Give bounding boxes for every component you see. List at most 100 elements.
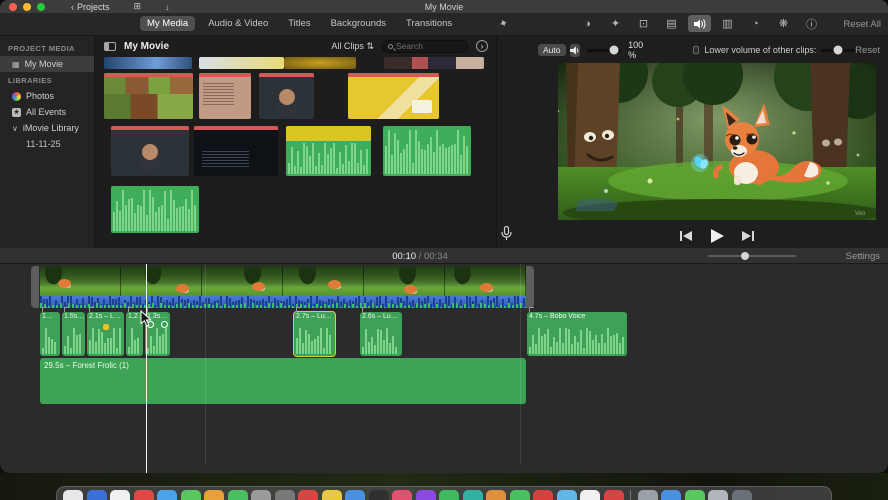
background-music-clip[interactable]: 29.5s – Forest Frolic (1) bbox=[40, 358, 526, 404]
dock-app-icon[interactable] bbox=[661, 490, 681, 500]
dock-app-icon[interactable] bbox=[133, 490, 154, 500]
partial-thumbnail-photos[interactable] bbox=[384, 57, 484, 69]
sound-clip-1[interactable]: 1… bbox=[40, 307, 60, 356]
skip-back-button[interactable] bbox=[680, 231, 692, 241]
dock-app-icon[interactable] bbox=[368, 490, 389, 500]
filters-icon[interactable]: ❋ bbox=[772, 15, 795, 32]
tab-my-media[interactable]: My Media bbox=[140, 16, 196, 31]
color-balance-icon[interactable]: ◑ bbox=[576, 15, 599, 32]
dock-app-icon[interactable] bbox=[684, 490, 705, 500]
media-thumbnail-audio-yellow[interactable] bbox=[286, 126, 371, 176]
auto-volume-button[interactable]: Auto bbox=[538, 43, 566, 57]
lower-volume-slider[interactable] bbox=[821, 45, 856, 55]
sound-clip-2-6s-lu[interactable]: 2.6s – Lu… bbox=[360, 307, 402, 356]
sidebar-item-my-movie[interactable]: ▦ My Movie bbox=[0, 56, 94, 72]
dock-app-icon[interactable] bbox=[603, 490, 624, 500]
search-input[interactable] bbox=[396, 41, 456, 51]
browser-forward-icon[interactable]: › bbox=[476, 40, 488, 52]
skip-forward-button[interactable] bbox=[742, 231, 754, 241]
dock-app-icon[interactable] bbox=[556, 490, 577, 500]
dock-app-icon[interactable] bbox=[486, 490, 506, 500]
minimize-window-icon[interactable] bbox=[23, 2, 31, 11]
clips-filter-dropdown[interactable]: All Clips ⇅ bbox=[331, 41, 374, 52]
stabilization-icon[interactable]: ▤ bbox=[660, 15, 683, 32]
dock-app-icon[interactable] bbox=[392, 490, 412, 500]
dock-app-icon[interactable] bbox=[180, 490, 201, 500]
dock-app-icon[interactable] bbox=[580, 490, 600, 500]
dock-app-icon[interactable] bbox=[345, 490, 365, 500]
crop-icon[interactable]: ⊡ bbox=[632, 15, 655, 32]
close-window-icon[interactable] bbox=[9, 2, 17, 11]
volume-icon[interactable] bbox=[688, 15, 711, 32]
noise-reduction-icon[interactable]: ▥ bbox=[716, 15, 739, 32]
sound-clip-1-5s[interactable]: 1.5s… bbox=[62, 307, 85, 356]
trim-handle-right[interactable] bbox=[526, 266, 534, 308]
trim-handle-left[interactable] bbox=[31, 266, 39, 308]
partial-thumbnail-light[interactable] bbox=[199, 57, 284, 69]
sidebar-item-photos[interactable]: Photos bbox=[0, 88, 94, 104]
tab-backgrounds[interactable]: Backgrounds bbox=[324, 16, 393, 31]
play-button[interactable] bbox=[710, 229, 724, 243]
enhance-wand-icon[interactable]: ✦ bbox=[497, 16, 510, 31]
dock-app-icon[interactable] bbox=[110, 490, 130, 500]
dock-app-icon[interactable] bbox=[321, 490, 342, 500]
dock-app-icon[interactable] bbox=[86, 490, 107, 500]
timeline-zoom-slider[interactable] bbox=[708, 252, 796, 260]
tab-transitions[interactable]: Transitions bbox=[399, 16, 459, 31]
info-icon[interactable]: ⓘ bbox=[800, 15, 823, 32]
sound-clip-2-1s-l[interactable]: 2.1s – L… bbox=[87, 307, 124, 356]
partial-thumbnail-gold[interactable] bbox=[284, 57, 356, 69]
zoom-window-icon[interactable] bbox=[37, 2, 45, 11]
timeline-zoom-knob[interactable] bbox=[740, 252, 749, 260]
lower-volume-knob[interactable] bbox=[833, 45, 843, 55]
dock-app-icon[interactable] bbox=[157, 490, 177, 500]
volume-slider[interactable] bbox=[587, 45, 622, 55]
dock-app-icon[interactable] bbox=[708, 490, 728, 500]
dock-app-icon[interactable] bbox=[274, 490, 295, 500]
sound-clip-4-7s-bobo-voice[interactable]: 4.7s – Bobo Voice bbox=[527, 307, 627, 356]
playhead[interactable] bbox=[146, 264, 147, 473]
reset-button[interactable]: Reset bbox=[855, 45, 880, 56]
dock-app-icon[interactable] bbox=[509, 490, 530, 500]
media-thumbnail-audio[interactable] bbox=[111, 186, 199, 233]
media-thumbnail-terminal[interactable] bbox=[194, 126, 278, 176]
dock-app-icon[interactable] bbox=[533, 490, 553, 500]
media-thumbnail-collage[interactable] bbox=[104, 73, 193, 119]
dock-app-icon[interactable] bbox=[227, 490, 248, 500]
sidebar-item-imovie-library[interactable]: ∨ iMovie Library bbox=[0, 120, 94, 136]
volume-slider-knob[interactable] bbox=[609, 45, 619, 55]
tab-titles[interactable]: Titles bbox=[281, 16, 317, 31]
sound-clip-2-7s-lu[interactable]: 2.7s – Lu… bbox=[293, 307, 336, 357]
download-icon[interactable]: ↓ bbox=[165, 2, 170, 12]
media-thumbnail-promo[interactable] bbox=[348, 73, 439, 119]
media-thumbnail-person[interactable] bbox=[259, 73, 314, 119]
dock-app-icon[interactable] bbox=[439, 490, 459, 500]
media-thumbnail-audio[interactable] bbox=[383, 126, 471, 176]
dock-app-icon[interactable] bbox=[637, 490, 658, 500]
reset-all-button[interactable]: Reset All bbox=[844, 19, 882, 30]
voiceover-mic-icon[interactable] bbox=[501, 225, 512, 246]
dock-app-icon[interactable] bbox=[251, 490, 271, 500]
sidebar-item-all-events[interactable]: ★ All Events bbox=[0, 104, 94, 120]
video-audio-waveform[interactable] bbox=[40, 296, 526, 308]
sidebar-toggle-icon[interactable] bbox=[104, 41, 116, 51]
dock-app-icon[interactable] bbox=[731, 490, 752, 500]
dock-app-icon[interactable] bbox=[462, 490, 483, 500]
media-thumbnail-person[interactable] bbox=[111, 126, 189, 176]
mute-speaker-icon[interactable] bbox=[569, 43, 581, 57]
partial-thumbnail-blue[interactable] bbox=[104, 57, 192, 69]
search-field[interactable] bbox=[382, 39, 468, 53]
dock-app-icon[interactable] bbox=[204, 490, 224, 500]
video-clip-filmstrip[interactable] bbox=[40, 266, 526, 296]
speed-icon[interactable]: ◔ bbox=[744, 15, 767, 32]
dock-app-icon[interactable] bbox=[415, 490, 436, 500]
color-correction-icon[interactable]: ✦ bbox=[604, 15, 627, 32]
dock-app-icon[interactable] bbox=[298, 490, 318, 500]
lower-volume-checkbox[interactable] bbox=[693, 46, 700, 54]
media-thumbnail-card[interactable] bbox=[199, 73, 251, 119]
timeline-settings-button[interactable]: Settings bbox=[846, 251, 880, 262]
back-to-projects-button[interactable]: ‹ Projects bbox=[71, 2, 110, 12]
dock-app-icon[interactable] bbox=[63, 490, 83, 500]
sidebar-item-11-11-25[interactable]: 11-11-25 bbox=[0, 136, 94, 152]
media-import-icon[interactable]: ⊞ bbox=[134, 1, 142, 12]
